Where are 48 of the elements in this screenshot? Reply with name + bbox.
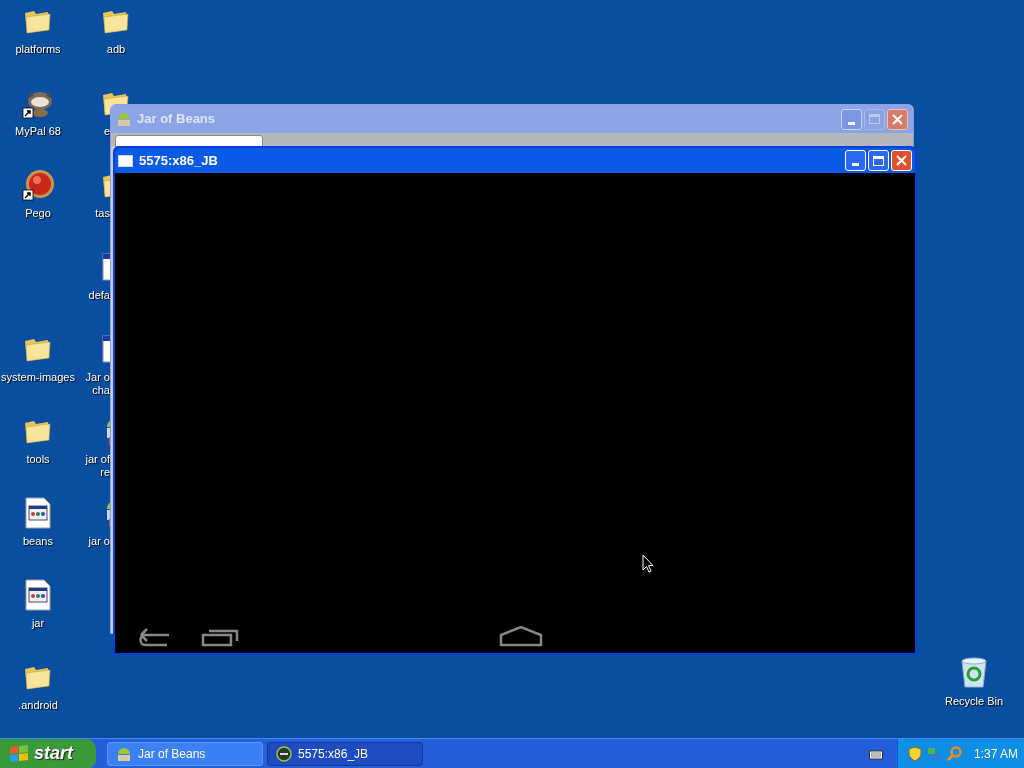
home-icon[interactable] [499,625,543,647]
recent-apps-icon[interactable] [201,627,241,647]
ball-icon [22,169,54,201]
icon-label: jar [31,617,45,630]
app-icon [276,745,292,762]
icon-label: e [103,125,110,138]
folder-icon [24,8,52,34]
icon-label: jar o [88,535,110,548]
taskbar-button[interactable]: 5575:x86_JB [267,741,423,766]
cursor-icon [642,554,654,573]
window-title: 5575:x86_JB [139,151,219,170]
icon-label: beans [23,535,53,548]
folder-icon [102,8,130,34]
icon-label: .android [18,699,58,712]
window-icon [118,154,133,167]
clock: 1:37 AM [974,745,1019,763]
recycle-bin-icon [959,657,989,689]
icon-label: defa [88,289,110,302]
icon-label: Pego [25,207,51,220]
document-icon [24,497,52,529]
close-icon [892,113,903,125]
folder-icon [24,336,52,362]
folder-icon [24,664,52,690]
icon-label: MyPal 68 [15,125,61,138]
close-icon [896,155,907,166]
icon-label: system-images [1,371,75,384]
taskbar-button[interactable]: Jar of Beans [107,741,263,766]
icon-label: Recycle Bin [944,695,1004,708]
windows-logo-icon [9,744,29,763]
icon-label: tools [26,453,50,466]
icon-label: Jar o [85,371,110,384]
tab[interactable] [115,135,263,147]
icon-label: jar of [85,453,110,466]
icon-label: platforms [15,43,61,56]
icon-label: cha [92,384,110,397]
shield-icon[interactable] [908,745,922,762]
icon-label: adb [106,43,126,56]
robot-icon [116,111,132,127]
document-icon [24,579,52,611]
robot-icon [116,745,132,762]
start-button[interactable]: start [0,738,96,768]
icon-label: re [100,466,110,479]
keyboard-icon[interactable] [869,747,883,760]
minimize-button[interactable] [841,108,862,130]
folder-icon [24,418,52,444]
icon-label: tas [95,207,110,220]
close-button[interactable] [887,108,908,130]
window-title: Jar of Beans [137,110,217,129]
